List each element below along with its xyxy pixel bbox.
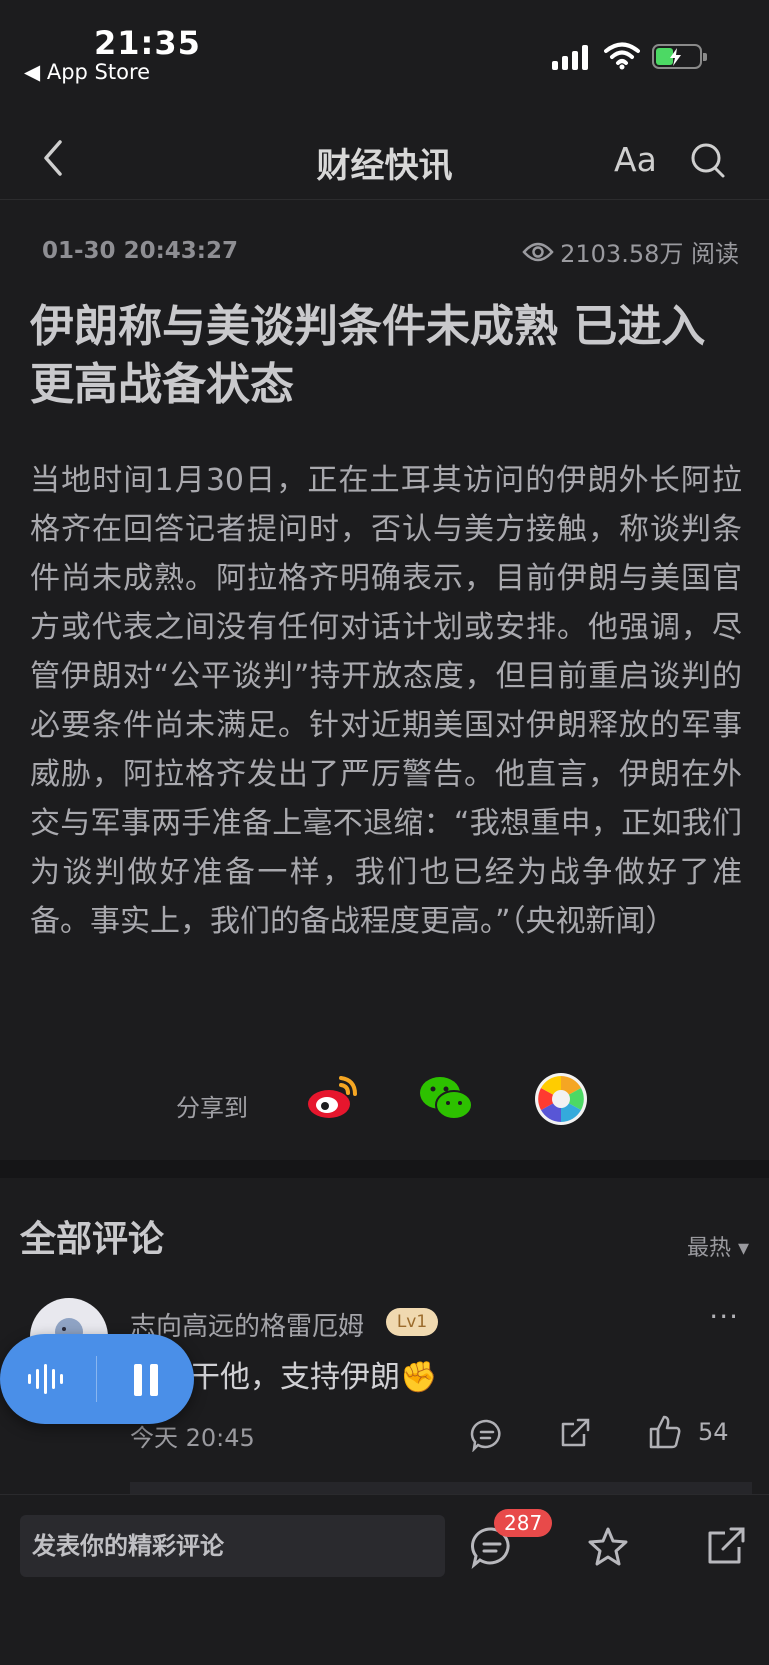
user-level-badge: Lv1 xyxy=(386,1308,438,1336)
section-divider xyxy=(0,1160,769,1178)
wifi-icon xyxy=(604,42,640,70)
article-headline: 伊朗称与美谈判条件未成熟 已进入更高战备状态 xyxy=(30,301,706,410)
view-count-text: 2103.58万 阅读 xyxy=(560,240,739,268)
comment-input[interactable]: 发表你的精彩评论 xyxy=(20,1515,445,1577)
sort-dropdown[interactable]: 最热 ▾ xyxy=(687,1230,749,1262)
more-options-icon[interactable]: ··· xyxy=(709,1300,739,1333)
share-icon[interactable] xyxy=(705,1525,747,1567)
share-row: 分享到 xyxy=(0,1070,769,1134)
cellular-signal-icon xyxy=(552,44,592,70)
comment-count-badge: 287 xyxy=(494,1509,553,1537)
like-count: 54 xyxy=(698,1418,729,1446)
status-time: 21:35 xyxy=(94,24,201,62)
back-to-app-store[interactable]: ◀ App Store xyxy=(24,60,150,84)
weibo-icon[interactable] xyxy=(305,1070,361,1126)
font-size-button[interactable]: Aa xyxy=(614,140,657,179)
audio-wave-icon xyxy=(28,1364,70,1394)
share-icon[interactable] xyxy=(558,1416,592,1450)
eye-icon xyxy=(522,242,554,261)
article-datetime: 01-30 20:43:27 xyxy=(42,238,238,264)
article-body: 当地时间1月30日，正在土耳其访问的伊朗外长阿拉格齐在回答记者提问时，否认与美方… xyxy=(30,463,742,939)
reply-icon[interactable] xyxy=(470,1418,504,1452)
search-icon[interactable] xyxy=(690,142,726,180)
navigation-bar: 财经快讯 Aa xyxy=(0,120,769,200)
pause-icon[interactable] xyxy=(134,1364,160,1396)
thumbs-up-icon[interactable] xyxy=(648,1414,682,1450)
pill-divider xyxy=(96,1356,97,1402)
moments-icon[interactable] xyxy=(534,1072,588,1126)
bottom-bar: 发表你的精彩评论 287 xyxy=(0,1494,769,1600)
status-bar: 21:35 ◀ App Store xyxy=(0,0,769,96)
audio-player-pill[interactable] xyxy=(0,1334,194,1424)
comments-title: 全部评论 xyxy=(20,1219,165,1260)
view-count: 2103.58万 阅读 xyxy=(522,234,739,269)
star-icon[interactable] xyxy=(586,1525,630,1569)
wechat-icon[interactable] xyxy=(418,1074,474,1124)
battery-charging-icon xyxy=(652,44,707,69)
share-label: 分享到 xyxy=(176,1094,248,1122)
